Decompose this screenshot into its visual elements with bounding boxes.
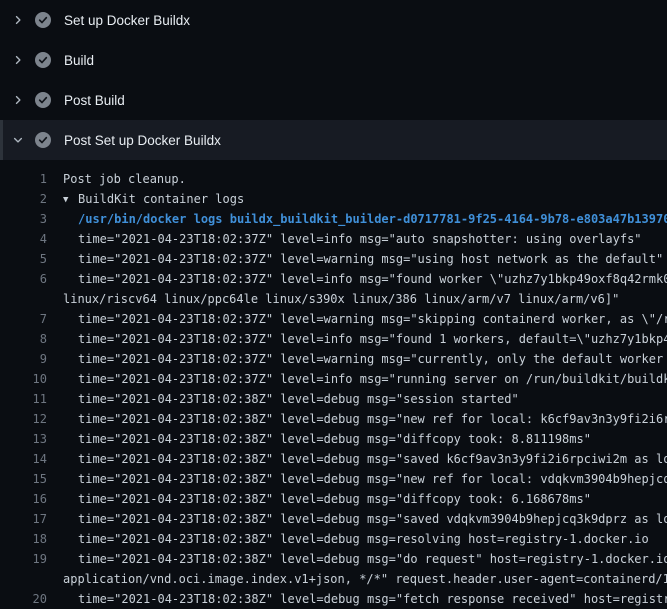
log-line: 4 time="2021-04-23T18:02:37Z" level=info… (0, 229, 667, 249)
log-line: 9 time="2021-04-23T18:02:37Z" level=warn… (0, 349, 667, 369)
log-text: time="2021-04-23T18:02:38Z" level=debug … (47, 589, 667, 609)
log-text: time="2021-04-23T18:02:37Z" level=warnin… (47, 249, 663, 269)
line-number[interactable]: 6 (0, 269, 47, 289)
step-label: Set up Docker Buildx (64, 13, 190, 28)
log-line: 11 time="2021-04-23T18:02:38Z" level=deb… (0, 389, 667, 409)
line-number[interactable]: 7 (0, 309, 47, 329)
log-text: time="2021-04-23T18:02:38Z" level=debug … (47, 549, 667, 569)
log-text: ▼BuildKit container logs (47, 189, 244, 209)
log-text: /usr/bin/docker logs buildx_buildkit_bui… (47, 209, 667, 229)
steps-list: Set up Docker Buildx Build Post Build Po… (0, 0, 667, 160)
line-number[interactable]: 11 (0, 389, 47, 409)
log-line: 12 time="2021-04-23T18:02:38Z" level=deb… (0, 409, 667, 429)
active-step-indicator (0, 120, 3, 160)
log-line: 16 time="2021-04-23T18:02:38Z" level=deb… (0, 489, 667, 509)
log-line: 15 time="2021-04-23T18:02:38Z" level=deb… (0, 469, 667, 489)
line-number[interactable]: 14 (0, 449, 47, 469)
step-row-post-set-up-docker-buildx[interactable]: Post Set up Docker Buildx (0, 120, 667, 160)
log-text: time="2021-04-23T18:02:37Z" level=info m… (47, 269, 667, 289)
line-number[interactable]: 12 (0, 409, 47, 429)
log-line: 19 time="2021-04-23T18:02:38Z" level=deb… (0, 549, 667, 569)
line-number[interactable]: 1 (0, 169, 47, 189)
log-group-label[interactable]: BuildKit container logs (78, 192, 244, 206)
log-line: 20 time="2021-04-23T18:02:38Z" level=deb… (0, 589, 667, 609)
line-number[interactable]: 4 (0, 229, 47, 249)
line-number[interactable]: 3 (0, 209, 47, 229)
chevron-down-icon (10, 132, 26, 148)
log-line: 5 time="2021-04-23T18:02:37Z" level=warn… (0, 249, 667, 269)
line-number[interactable]: 13 (0, 429, 47, 449)
log-text: time="2021-04-23T18:02:37Z" level=info m… (47, 229, 642, 249)
line-number[interactable] (0, 289, 47, 309)
line-number[interactable]: 16 (0, 489, 47, 509)
line-number[interactable]: 20 (0, 589, 47, 609)
log-text: time="2021-04-23T18:02:38Z" level=debug … (47, 489, 591, 509)
check-circle-icon (35, 12, 51, 28)
log-line: 3 /usr/bin/docker logs buildx_buildkit_b… (0, 209, 667, 229)
line-number[interactable]: 17 (0, 509, 47, 529)
chevron-right-icon (10, 52, 26, 68)
check-circle-icon (35, 52, 51, 68)
log-line: 1 Post job cleanup. (0, 169, 667, 189)
chevron-right-icon (10, 92, 26, 108)
log-line: 14 time="2021-04-23T18:02:38Z" level=deb… (0, 449, 667, 469)
chevron-right-icon (10, 12, 26, 28)
line-number[interactable]: 15 (0, 469, 47, 489)
log-line: 2 ▼BuildKit container logs (0, 189, 667, 209)
log-line: 7 time="2021-04-23T18:02:37Z" level=warn… (0, 309, 667, 329)
log-text: time="2021-04-23T18:02:37Z" level=info m… (47, 329, 667, 349)
step-label: Post Build (64, 93, 125, 108)
log-line: 13 time="2021-04-23T18:02:38Z" level=deb… (0, 429, 667, 449)
log-text: time="2021-04-23T18:02:38Z" level=debug … (47, 529, 649, 549)
log-text: time="2021-04-23T18:02:38Z" level=debug … (47, 449, 667, 469)
line-number[interactable]: 8 (0, 329, 47, 349)
log-text: time="2021-04-23T18:02:37Z" level=warnin… (47, 349, 667, 369)
log-pane: 1 Post job cleanup. 2 ▼BuildKit containe… (0, 160, 667, 609)
line-number[interactable]: 5 (0, 249, 47, 269)
line-number[interactable]: 2 (0, 189, 47, 209)
log-line: application/vnd.oci.image.index.v1+json,… (0, 569, 667, 589)
log-text: time="2021-04-23T18:02:38Z" level=debug … (47, 389, 519, 409)
step-label: Build (64, 53, 94, 68)
step-row-set-up-docker-buildx[interactable]: Set up Docker Buildx (0, 0, 667, 40)
log-line: 17 time="2021-04-23T18:02:38Z" level=deb… (0, 509, 667, 529)
log-line: 6 time="2021-04-23T18:02:37Z" level=info… (0, 269, 667, 289)
log-text: time="2021-04-23T18:02:38Z" level=debug … (47, 469, 667, 489)
step-label: Post Set up Docker Buildx (64, 133, 221, 148)
step-row-post-build[interactable]: Post Build (0, 80, 667, 120)
line-number[interactable] (0, 569, 47, 589)
log-text: time="2021-04-23T18:02:37Z" level=info m… (47, 369, 667, 389)
log-text: time="2021-04-23T18:02:38Z" level=debug … (47, 429, 591, 449)
log-text: time="2021-04-23T18:02:38Z" level=debug … (47, 509, 667, 529)
log-text: linux/riscv64 linux/ppc64le linux/s390x … (47, 289, 619, 309)
log-line: 8 time="2021-04-23T18:02:37Z" level=info… (0, 329, 667, 349)
log-text: Post job cleanup. (47, 169, 186, 189)
line-number[interactable]: 9 (0, 349, 47, 369)
log-text: application/vnd.oci.image.index.v1+json,… (47, 569, 667, 589)
line-number[interactable]: 10 (0, 369, 47, 389)
check-circle-icon (35, 132, 51, 148)
collapse-triangle-icon[interactable]: ▼ (63, 190, 78, 210)
log-line: 18 time="2021-04-23T18:02:38Z" level=deb… (0, 529, 667, 549)
step-row-build[interactable]: Build (0, 40, 667, 80)
log-text: time="2021-04-23T18:02:38Z" level=debug … (47, 409, 667, 429)
log-line: linux/riscv64 linux/ppc64le linux/s390x … (0, 289, 667, 309)
log-line: 10 time="2021-04-23T18:02:37Z" level=inf… (0, 369, 667, 389)
line-number[interactable]: 19 (0, 549, 47, 569)
line-number[interactable]: 18 (0, 529, 47, 549)
check-circle-icon (35, 92, 51, 108)
log-text: time="2021-04-23T18:02:37Z" level=warnin… (47, 309, 667, 329)
